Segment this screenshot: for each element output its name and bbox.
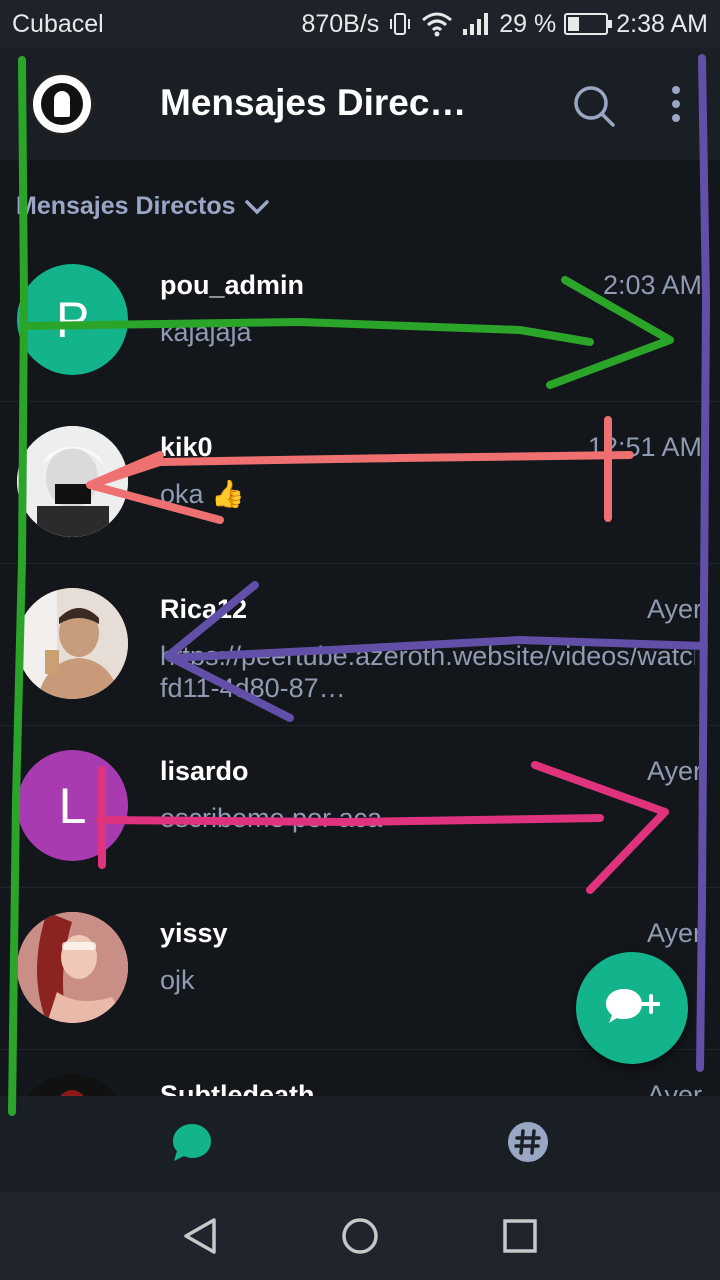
status-indicators: 870B/s 29 % 2:38 AM: [301, 10, 708, 39]
status-bar: Cubacel 870B/s 29 % 2:38 AM: [0, 0, 720, 48]
back-icon[interactable]: [180, 1216, 220, 1256]
system-nav-bar: [0, 1192, 720, 1280]
conversation-row[interactable]: Rica12 https://peertube.azeroth.website/…: [0, 564, 720, 726]
conversation-time: 12:51 AM: [587, 432, 702, 462]
avatar: [17, 912, 128, 1023]
conversation-name: lisardo: [160, 756, 249, 786]
conversation-preview: kajajaja: [160, 317, 252, 347]
section-label: Mensajes Directos: [16, 192, 236, 220]
signal-icon: [463, 13, 489, 35]
avatar: [17, 426, 128, 537]
avatar-photo: [17, 912, 128, 1023]
conversation-preview: oka 👍: [160, 479, 245, 509]
avatar: [17, 1074, 128, 1096]
avatar: P: [17, 264, 128, 375]
wifi-icon: [422, 12, 453, 37]
conversation-row[interactable]: P pou_admin kajajaja 2:03 AM: [0, 240, 720, 402]
conversation-row[interactable]: L lisardo escribeme por aca Ayer: [0, 726, 720, 888]
chat-icon[interactable]: [170, 1120, 214, 1164]
new-message-icon: [606, 989, 660, 1023]
network-speed: 870B/s: [301, 9, 380, 38]
recents-icon[interactable]: [500, 1216, 540, 1256]
section-header[interactable]: Mensajes Directos: [16, 192, 270, 221]
avatar-photo: [17, 426, 128, 537]
anonymous-logo-icon: [41, 83, 83, 125]
battery-percent: 29 %: [499, 9, 557, 38]
clock: 2:38 AM: [616, 9, 708, 38]
new-message-button[interactable]: [576, 952, 688, 1064]
avatar: [17, 588, 128, 699]
search-icon[interactable]: [572, 84, 616, 128]
conversation-time: Ayer: [646, 756, 702, 786]
avatar-photo: [17, 588, 128, 699]
server-avatar[interactable]: [30, 72, 94, 136]
battery-icon: [564, 13, 613, 35]
conversation-name: Subtledeath: [160, 1080, 315, 1096]
conversation-name: kik0: [160, 432, 213, 462]
home-icon[interactable]: [340, 1216, 380, 1256]
page-title: Mensajes Direc…: [160, 82, 467, 123]
avatar-photo: [17, 1074, 128, 1096]
conversation-preview: escribeme por aca: [160, 803, 383, 833]
conversation-time: Ayer: [646, 918, 702, 948]
conversation-name: Rica12: [160, 594, 248, 624]
conversation-row[interactable]: kik0 oka 👍 12:51 AM: [0, 402, 720, 564]
hashtag-icon[interactable]: [506, 1120, 550, 1164]
bottom-tab-bar: [0, 1096, 720, 1192]
vibrate-icon: [390, 13, 411, 35]
conversation-time: 2:03 AM: [602, 270, 702, 300]
conversation-name: yissy: [160, 918, 228, 948]
conversation-time: Ayer: [646, 1080, 702, 1096]
chevron-down-icon: [244, 199, 269, 214]
carrier-label: Cubacel: [12, 9, 104, 38]
conversation-preview: https://peertube.azeroth.website/videos/…: [160, 641, 695, 703]
conversation-time: Ayer: [646, 594, 702, 624]
kebab-menu-icon[interactable]: [666, 84, 686, 124]
avatar: L: [17, 750, 128, 861]
conversation-name: pou_admin: [160, 270, 305, 300]
